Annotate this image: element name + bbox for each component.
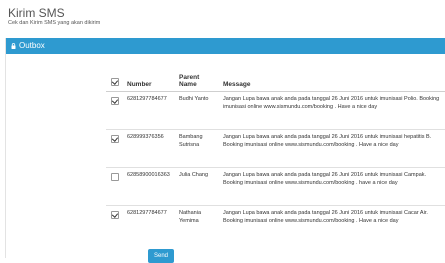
page-subtitle: Cek dan Kirim SMS yang akan dikirim bbox=[8, 20, 101, 26]
panel-title: Outbox bbox=[19, 41, 45, 50]
panel-heading: Outbox bbox=[6, 38, 445, 54]
cell-message: Jangan Lupa bawa anak anda pada tanggal … bbox=[220, 204, 445, 243]
cell-number: 628999376356 bbox=[124, 128, 176, 167]
table-row: 628999376356 Bambang Sutrisna Jangan Lup… bbox=[106, 128, 445, 167]
row-checkbox[interactable] bbox=[111, 172, 119, 181]
column-header-number: Number bbox=[124, 71, 176, 92]
outbox-panel: Outbox Number Parent Name Message 628129… bbox=[5, 38, 445, 258]
row-checkbox[interactable] bbox=[111, 210, 119, 219]
table-row: 6281297784677 Budhi Yanto Jangan Lupa ba… bbox=[106, 90, 445, 129]
outbox-table: Number Parent Name Message 6281297784677… bbox=[106, 71, 445, 243]
cell-parent-name: Bambang Sutrisna bbox=[176, 128, 220, 167]
cell-parent-name: Budhi Yanto bbox=[176, 90, 220, 129]
table-row: 6281297784677 Nathania Yemima Jangan Lup… bbox=[106, 204, 445, 243]
page-title: Kirim SMS bbox=[8, 6, 65, 20]
cell-message: Jangan Lupa bawa anak anda pada tanggal … bbox=[220, 166, 445, 205]
table-header-row: Number Parent Name Message bbox=[106, 71, 445, 92]
cell-parent-name: Julia Chang bbox=[176, 166, 220, 205]
cell-number: 6281297784677 bbox=[124, 90, 176, 129]
cell-number: 6281297784677 bbox=[124, 204, 176, 243]
lock-icon bbox=[11, 43, 16, 49]
send-button[interactable]: Send bbox=[148, 249, 174, 263]
page-header: Kirim SMS Cek dan Kirim SMS yang akan di… bbox=[8, 7, 100, 27]
cell-number: 62858900016363 bbox=[124, 166, 176, 205]
cell-message: Jangan Lupa bawa anak anda pada tanggal … bbox=[220, 128, 445, 167]
column-header-message: Message bbox=[220, 71, 445, 92]
select-all-cell bbox=[106, 71, 124, 92]
table-row: 62858900016363 Julia Chang Jangan Lupa b… bbox=[106, 166, 445, 205]
select-all-checkbox[interactable] bbox=[111, 77, 119, 86]
column-header-parent-name: Parent Name bbox=[176, 71, 220, 92]
cell-parent-name: Nathania Yemima bbox=[176, 204, 220, 243]
row-checkbox[interactable] bbox=[111, 96, 119, 105]
row-checkbox[interactable] bbox=[111, 134, 119, 143]
cell-message: Jangan Lupa bawa anak anda pada tanggal … bbox=[220, 90, 445, 129]
